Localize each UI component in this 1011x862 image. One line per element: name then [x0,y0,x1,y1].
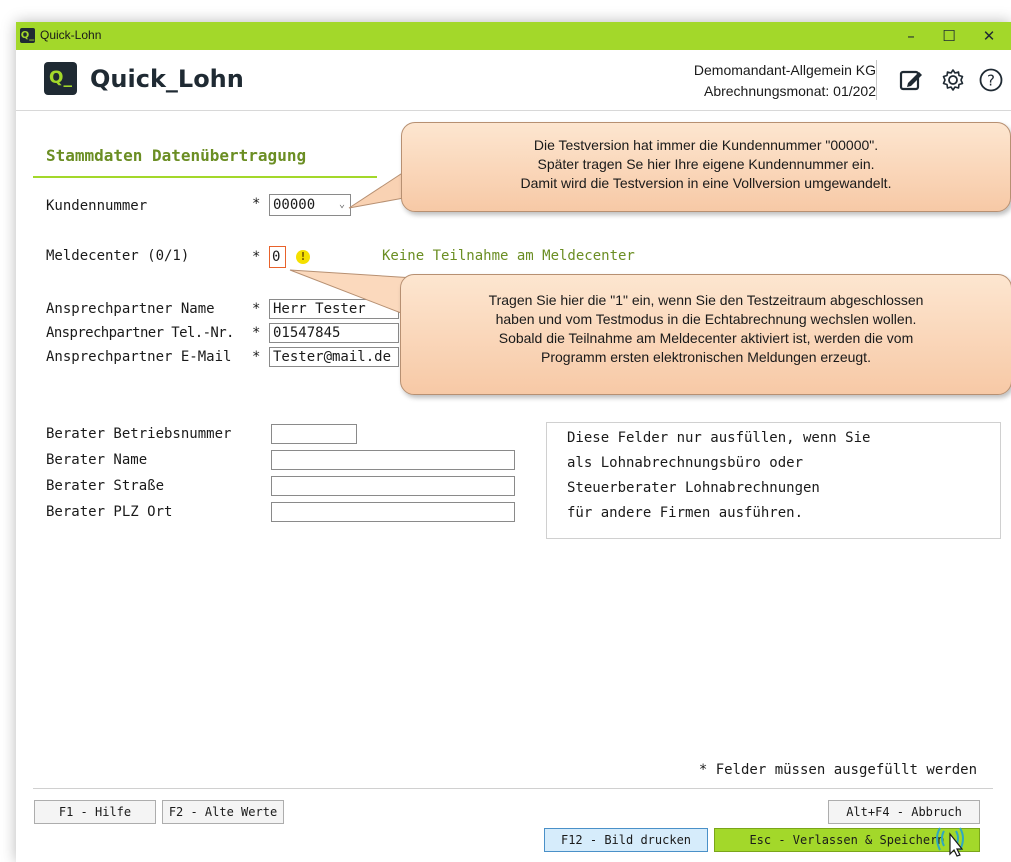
advisor-street-input[interactable] [271,476,515,496]
required-fields-note: * Felder müssen ausgefüllt werden [698,762,977,778]
app-header: Q_ Quick_Lohn Demomandant-Allgemein KG A… [16,50,1011,111]
logo-icon: Q_ [44,62,77,95]
required-marker: * [252,196,261,212]
callout-line: haben und vom Testmodus in die Echtabrec… [495,311,917,327]
kundennummer-label: Kundennummer [46,198,148,214]
advisor-number-label: Berater Betriebsnummer [46,426,232,442]
advisor-note-line: als Lohnabrechnungsbüro oder [567,455,804,471]
svg-text:?: ? [987,72,995,90]
app-window: Q_ Quick-Lohn – ☐ ✕ Q_ Quick_Lohn Demoma… [16,22,1011,862]
window-title: Quick-Lohn [40,28,102,42]
advisor-note: Diese Felder nur ausfüllen, wenn Sie als… [546,422,1001,539]
advisor-note-line: Diese Felder nur ausfüllen, wenn Sie [567,430,871,446]
brand-name: Quick_Lohn [90,65,244,93]
help-button[interactable]: F1 - Hilfe [34,800,156,824]
required-marker: * [252,249,261,265]
help-icon[interactable]: ? [978,67,1004,93]
advisor-city-input[interactable] [271,502,515,522]
page-title: Stammdaten Datenübertragung [46,146,307,165]
gear-icon[interactable] [940,67,966,93]
footer-divider [33,788,993,789]
advisor-number-input[interactable] [271,424,357,444]
print-button[interactable]: F12 - Bild drucken [544,828,708,852]
meldecenter-status: Keine Teilnahme am Meldecenter [382,248,635,264]
required-marker: * [252,301,261,317]
app-icon: Q_ [20,28,35,43]
advisor-note-line: für andere Firmen ausführen. [567,505,804,521]
header-divider [876,60,877,100]
callout-pointer [348,172,405,209]
close-button[interactable]: ✕ [978,25,1000,47]
callout-kundennummer: Die Testversion hat immer die Kundennumm… [401,122,1011,212]
callout-line: Später tragen Se hier Ihre eigene Kunden… [537,156,875,172]
kundennummer-value: 00000 [273,197,316,213]
contact-email-input[interactable]: Tester@mail.de [269,347,399,367]
callout-pointer [289,269,415,319]
callout-line: Programm ersten elektronischen Meldungen… [541,349,871,365]
kundennummer-select[interactable]: 00000 ⌄ [269,194,351,216]
callout-line: Damit wird die Testversion in eine Vollv… [520,175,892,191]
required-marker: * [252,325,261,341]
company-info: Demomandant-Allgemein KG Abrechnungsmona… [694,60,876,102]
advisor-street-label: Berater Straße [46,478,165,494]
contact-phone-label: Ansprechpartner Tel.-Nr. [46,325,234,341]
title-bar: Q_ Quick-Lohn – ☐ ✕ [16,22,1011,50]
cancel-button[interactable]: Alt+F4 - Abbruch [828,800,980,824]
billing-month: Abrechnungsmonat: 01/202 [703,83,876,99]
callout-line: Tragen Sie hier die "1" ein, wenn Sie de… [488,292,924,308]
title-underline [33,176,377,178]
callout-line: Sobald die Teilnahme am Meldecenter akti… [498,330,914,346]
contact-name-label: Ansprechpartner Name [46,301,215,317]
warning-icon: ! [296,250,310,264]
meldecenter-label: Meldecenter (0/1) [46,248,190,264]
callout-meldecenter: Tragen Sie hier die "1" ein, wenn Sie de… [400,274,1011,395]
contact-email-label: Ansprechpartner E-Mail [46,349,232,365]
required-marker: * [252,349,261,365]
click-highlight-icon [936,827,964,857]
maximize-button[interactable]: ☐ [938,25,960,47]
old-values-button[interactable]: F2 - Alte Werte [162,800,284,824]
edit-icon[interactable] [898,67,924,93]
advisor-note-line: Steuerberater Lohnabrechnungen [567,480,820,496]
advisor-name-input[interactable] [271,450,515,470]
minimize-button[interactable]: – [900,25,922,47]
meldecenter-input[interactable]: 0 [269,246,286,268]
chevron-down-icon: ⌄ [338,199,345,210]
advisor-name-label: Berater Name [46,452,148,468]
company-name: Demomandant-Allgemein KG [693,62,876,78]
callout-line: Die Testversion hat immer die Kundennumm… [533,137,879,153]
advisor-city-label: Berater PLZ Ort [46,504,173,520]
